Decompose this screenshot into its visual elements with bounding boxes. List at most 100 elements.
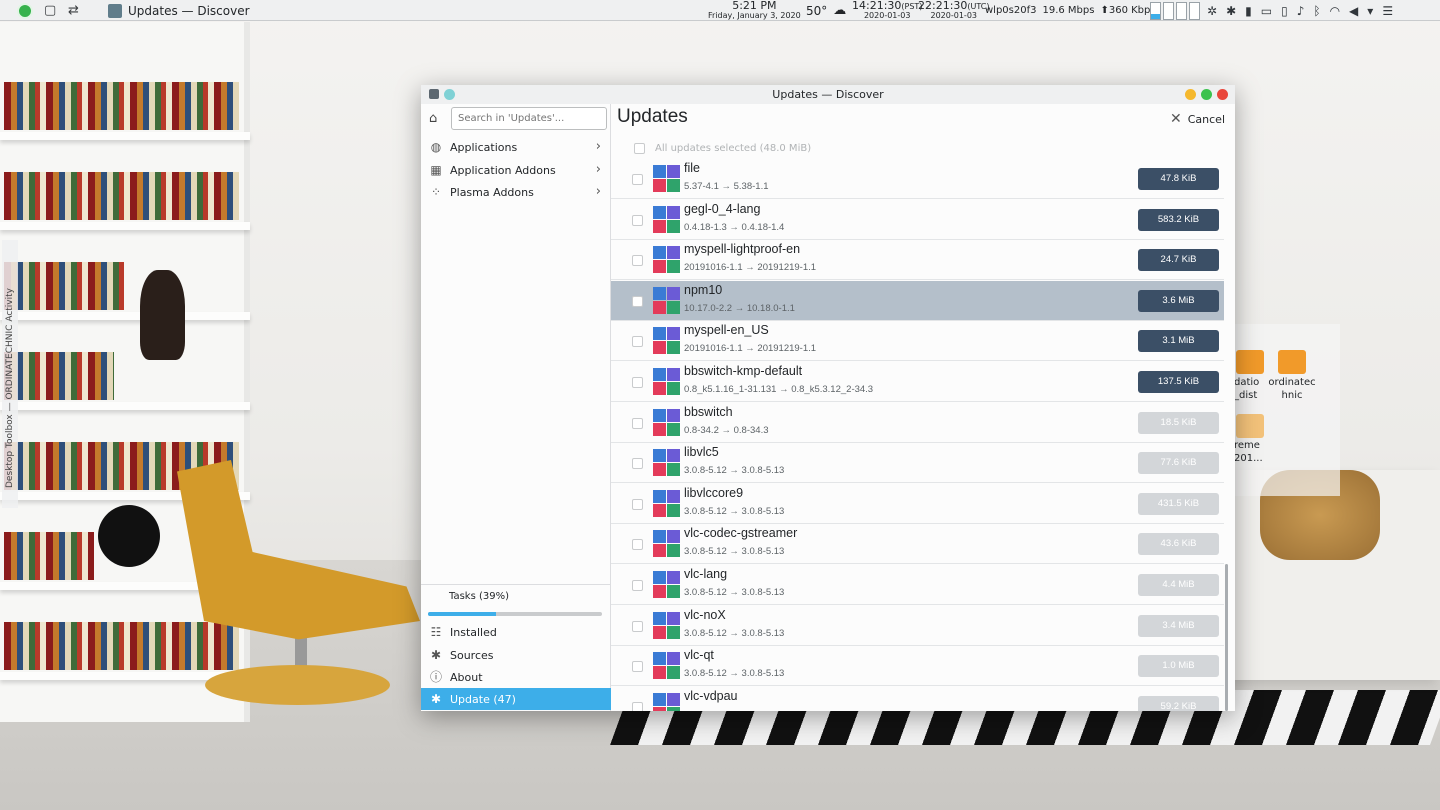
package-size-badge: 77.6 KiB bbox=[1138, 452, 1219, 475]
select-all-row[interactable]: All updates selected (48.0 MiB) bbox=[611, 137, 1235, 159]
close-button[interactable] bbox=[1217, 89, 1228, 100]
activity-switcher-icon[interactable]: ⇄ bbox=[68, 3, 79, 18]
update-checkbox[interactable] bbox=[632, 620, 643, 632]
sidebar-item-update[interactable]: ✱ Update (47) bbox=[421, 688, 611, 710]
update-checkbox[interactable] bbox=[632, 498, 643, 510]
update-row[interactable]: vlc-codec-gstreamer 3.0.8-5.12 → 3.0.8-5.… bbox=[611, 524, 1224, 565]
desktop-toolbox[interactable]: Desktop Toolbox — ORDINATECHNIC Activity bbox=[2, 240, 18, 508]
app-launcher-icon[interactable] bbox=[17, 2, 33, 19]
sidebar-item-sources[interactable]: ✱ Sources bbox=[421, 644, 611, 666]
sidebar-item-installed[interactable]: ☷ Installed bbox=[421, 621, 611, 643]
package-version: 0.8_k5.1.16_1-31.131 → 0.8_k5.3.12_2-34.… bbox=[684, 384, 874, 395]
update-row[interactable]: bbswitch-kmp-default 0.8_k5.1.16_1-31.131… bbox=[611, 362, 1224, 402]
package-name: file bbox=[684, 161, 700, 175]
usb-icon[interactable]: ▮ bbox=[1245, 4, 1252, 18]
update-checkbox[interactable] bbox=[632, 174, 643, 185]
top-panel: ▢ ⇄ Updates — Discover 5:21 PM Friday, J… bbox=[0, 0, 1440, 21]
update-checkbox[interactable] bbox=[632, 336, 643, 348]
search-input[interactable] bbox=[451, 107, 607, 130]
update-row[interactable]: vlc-noX 3.0.8-5.12 → 3.0.8-5.13 3.4 MiB bbox=[611, 605, 1224, 646]
network-monitor[interactable]: wlp0s20f3 19.6 Mbps ⬆ 360 Kbps bbox=[985, 2, 1156, 19]
update-row[interactable]: npm10 10.17.0-2.2 → 10.18.0-1.1 3.6 MiB bbox=[611, 280, 1224, 321]
desktop-icon-label[interactable]: datio _dist bbox=[1234, 376, 1260, 402]
update-row[interactable]: vlc-vdpau 59.2 KiB bbox=[611, 686, 1224, 711]
clock-pst[interactable]: 14:21:30(PST) 2020-01-03 bbox=[852, 0, 922, 20]
sidebar-item-label: Update (47) bbox=[450, 692, 516, 706]
package-icon bbox=[653, 286, 680, 314]
settings-gear-icon[interactable]: ✱ bbox=[1226, 4, 1236, 18]
microphone-icon[interactable]: ♪ bbox=[1297, 4, 1305, 18]
notifications-icon[interactable]: ☰ bbox=[1382, 4, 1393, 18]
bluetooth-icon[interactable]: ᛒ bbox=[1313, 4, 1320, 18]
window-titlebar[interactable]: Updates — Discover bbox=[421, 85, 1235, 104]
show-desktop-icon[interactable]: ▢ bbox=[44, 3, 56, 18]
sidebar-item-applications[interactable]: ◍ Applications › bbox=[421, 136, 611, 158]
package-version: 3.0.8-5.12 → 3.0.8-5.13 bbox=[684, 465, 785, 477]
maximize-button[interactable] bbox=[1201, 89, 1212, 100]
clipboard-icon[interactable]: ▯ bbox=[1281, 4, 1288, 18]
wifi-icon[interactable]: ◠ bbox=[1330, 4, 1340, 18]
update-row[interactable]: bbswitch 0.8-34.2 → 0.8-34.3 18.5 KiB bbox=[611, 402, 1224, 443]
minimize-button[interactable] bbox=[1185, 89, 1196, 100]
scrollbar[interactable] bbox=[1225, 564, 1228, 711]
select-all-checkbox[interactable] bbox=[634, 142, 645, 154]
update-checkbox[interactable] bbox=[632, 580, 643, 591]
weather-widget[interactable]: 50° ☁ bbox=[806, 2, 846, 19]
sidebar-item-label: Application Addons bbox=[450, 163, 556, 177]
chevron-right-icon: › bbox=[595, 139, 601, 154]
package-name: libvlc5 bbox=[684, 445, 719, 460]
close-icon: ✕ bbox=[1170, 111, 1182, 127]
package-version: 3.0.8-5.12 → 3.0.8-5.13 bbox=[684, 546, 785, 558]
task-item[interactable]: Updates — Discover bbox=[108, 2, 250, 19]
package-icon bbox=[653, 489, 680, 517]
update-checkbox[interactable] bbox=[632, 377, 643, 388]
tasks-progress[interactable]: Tasks (39%) bbox=[421, 584, 611, 624]
update-checkbox[interactable] bbox=[632, 701, 643, 711]
sidebar-item-about[interactable]: ⓘ About bbox=[421, 666, 611, 688]
update-checkbox[interactable] bbox=[632, 295, 643, 307]
update-row[interactable]: myspell-lightproof-en 20191016-1.1 → 2019… bbox=[611, 240, 1224, 281]
discover-window: Updates — Discover ⌂ ◍ Applications › ▦ … bbox=[421, 85, 1235, 711]
info-icon: ⓘ bbox=[429, 670, 442, 684]
update-row[interactable]: vlc-qt 3.0.8-5.12 → 3.0.8-5.13 1.0 MiB bbox=[611, 646, 1224, 687]
home-icon[interactable]: ⌂ bbox=[429, 112, 443, 126]
package-version: 3.0.8-5.12 → 3.0.8-5.13 bbox=[684, 587, 785, 598]
page-title: Updates bbox=[617, 106, 688, 127]
folder-icon[interactable] bbox=[1236, 350, 1264, 374]
package-name: myspell-lightproof-en bbox=[684, 242, 801, 257]
cancel-button[interactable]: ✕ Cancel bbox=[1170, 111, 1225, 127]
package-size-badge: 47.8 KiB bbox=[1138, 168, 1219, 190]
package-size-badge: 24.7 KiB bbox=[1138, 249, 1219, 272]
package-icon bbox=[653, 692, 680, 711]
update-checkbox[interactable] bbox=[632, 539, 643, 551]
tray-expand-icon[interactable]: ▾ bbox=[1367, 4, 1373, 18]
battery-icon[interactable]: ▭ bbox=[1261, 4, 1272, 18]
package-size-badge: 431.5 KiB bbox=[1138, 492, 1219, 515]
update-row[interactable]: libvlccore9 3.0.8-5.12 → 3.0.8-5.13 431.5 … bbox=[611, 483, 1224, 524]
update-checkbox[interactable] bbox=[632, 255, 643, 267]
volume-icon[interactable]: ◀ bbox=[1349, 4, 1358, 18]
update-row[interactable]: file 5.37-4.1 → 5.38-1.1 47.8 KiB bbox=[611, 159, 1224, 199]
update-row[interactable]: vlc-lang 3.0.8-5.12 → 3.0.8-5.13 4.4 MiB bbox=[611, 565, 1224, 605]
sidebar-item-application-addons[interactable]: ▦ Application Addons › bbox=[421, 159, 611, 181]
system-monitor[interactable] bbox=[1150, 1, 1202, 20]
update-row[interactable]: myspell-en_US 20191016-1.1 → 20191219-1.1… bbox=[611, 321, 1224, 362]
update-row[interactable]: libvlc5 3.0.8-5.12 → 3.0.8-5.13 77.6 KiB bbox=[611, 443, 1224, 484]
folder-icon[interactable] bbox=[1278, 350, 1306, 374]
desktop-icon-label[interactable]: reme 201... bbox=[1234, 439, 1264, 465]
clock-utc[interactable]: 22:21:30(UTC) 2020-01-03 bbox=[918, 0, 990, 20]
applications-icon: ◍ bbox=[430, 140, 442, 154]
addons-grid-icon: ▦ bbox=[430, 163, 442, 177]
sidebar-item-plasma-addons[interactable]: ⁘ Plasma Addons › bbox=[421, 181, 611, 203]
digital-clock[interactable]: 5:21 PM Friday, January 3, 2020 bbox=[708, 0, 801, 20]
plasma-icon: ⁘ bbox=[430, 185, 442, 199]
update-checkbox[interactable] bbox=[632, 458, 643, 470]
desktop-folder-view[interactable]: datio _dist ordinatec hnic reme 201... bbox=[1234, 324, 1340, 496]
desktop-icon-label[interactable]: ordinatec hnic bbox=[1264, 376, 1320, 402]
update-checkbox[interactable] bbox=[632, 417, 643, 429]
update-checkbox[interactable] bbox=[632, 214, 643, 226]
update-row[interactable]: gegl-0_4-lang 0.4.18-1.3 → 0.4.18-1.4 583.… bbox=[611, 199, 1224, 240]
update-checkbox[interactable] bbox=[632, 661, 643, 673]
folder-icon[interactable] bbox=[1236, 414, 1264, 438]
plugin-icon[interactable]: ✲ bbox=[1207, 4, 1217, 18]
